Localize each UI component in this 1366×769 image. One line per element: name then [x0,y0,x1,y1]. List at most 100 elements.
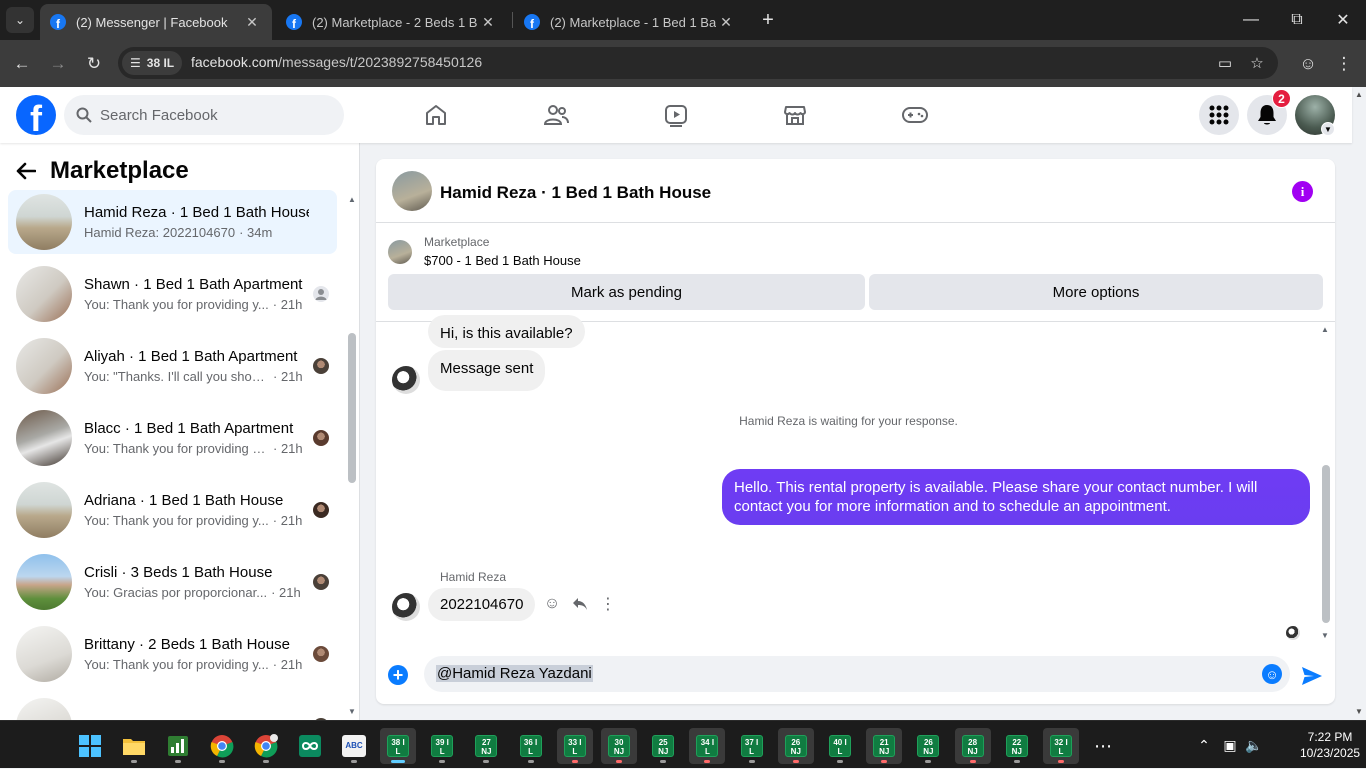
facebook-logo[interactable]: f [16,95,56,135]
menu-button[interactable] [1199,95,1239,135]
scroll-up-icon[interactable]: ▲ [348,195,356,204]
video-nav[interactable] [656,95,696,135]
minimize-button[interactable]: — [1228,0,1274,40]
gaming-nav[interactable] [895,95,935,135]
more-apps-button[interactable]: ⋯ [1085,728,1121,764]
excel-window-button[interactable]: 22 NJ [999,728,1035,764]
system-clock[interactable]: 7:22 PM 10/23/2025 [1300,729,1360,761]
marketplace-nav[interactable] [775,95,815,135]
excel-window-button[interactable]: 40 IL [822,728,858,764]
message-input[interactable]: @Hamid Reza Yazdani ☺ [424,656,1290,692]
sender-avatar[interactable] [392,366,420,394]
reply-icon[interactable] [568,592,592,616]
forward-button[interactable]: → [44,50,72,78]
info-icon[interactable]: i [1292,181,1313,202]
listing-summary[interactable]: Marketplace $700 - 1 Bed 1 Bath House [388,235,581,268]
chevron-down-icon[interactable]: ▼ [1321,122,1335,136]
conversation-item[interactable]: Shawn · 1 Bed 1 Bath Apartment You: Thank… [8,262,337,326]
arrow-left-icon[interactable] [16,162,36,180]
restore-button[interactable]: ⧉ [1274,0,1320,40]
chevron-up-icon[interactable]: ⌃ [1190,737,1218,754]
excel-window-button[interactable]: 36 IL [513,728,549,764]
excel-window-button[interactable]: 38 IL [380,728,416,764]
excel-window-button[interactable]: 39 IL [424,728,460,764]
tab-marketplace-2-beds[interactable]: f (2) Marketplace - 2 Beds 1 Bath ✕ [276,4,508,40]
chrome-profile-button[interactable] [248,728,284,764]
conversation-item[interactable]: Brittany · 2 Beds 1 Bath House You: Thank… [8,622,337,686]
excel-window-button[interactable]: 30 NJ [601,728,637,764]
search-bar[interactable] [64,95,344,135]
conversation-item[interactable]: Blacc · 1 Bed 1 Bath Apartment You: Thank… [8,406,337,470]
incoming-message[interactable]: Message sent [428,350,546,391]
react-emoji-icon[interactable]: ☺ [540,592,564,616]
conversation-item[interactable]: Crisli · 3 Beds 1 Bath House You: Gracias… [8,550,337,614]
excel-window-button[interactable]: 34 IL [689,728,726,764]
more-vertical-icon[interactable]: ⋮ [596,592,620,616]
url-text[interactable]: facebook.com/messages/t/2023892758450126 [191,54,482,70]
app-button[interactable]: ABC [336,728,372,764]
scroll-down-icon[interactable]: ▼ [1321,631,1329,640]
sender-avatar[interactable] [392,593,420,621]
close-icon[interactable]: ✕ [478,14,498,31]
excel-window-button[interactable]: 21 NJ [866,728,903,764]
app-button[interactable] [160,728,196,764]
excel-window-button[interactable]: 33 IL [556,728,593,764]
page-scrollbar[interactable]: ▲ ▼ [1352,87,1366,720]
mark-as-pending-button[interactable]: Mark as pending [388,274,865,310]
outgoing-message[interactable]: Hello. This rental property is available… [722,469,1310,525]
file-explorer-button[interactable] [116,728,152,764]
new-tab-button[interactable]: + [756,8,780,32]
conversation-item[interactable]: Cecelia · 2 Beds 1 Bath House [8,694,337,720]
composer-text[interactable]: @Hamid Reza Yazdani [436,665,593,682]
excel-window-button[interactable]: 28 NJ [954,728,991,764]
network-icon[interactable]: ▣ [1218,737,1242,754]
chat-scrollbar[interactable]: ▲ ▼ [1320,323,1332,643]
chat-title[interactable]: Hamid Reza · 1 Bed 1 Bath House [440,183,711,203]
excel-window-button[interactable]: 26 NJ [910,728,946,764]
scroll-down-icon[interactable]: ▼ [348,707,356,716]
close-icon[interactable]: ✕ [716,14,736,31]
bookmark-star-icon[interactable]: ☆ [1246,52,1268,74]
conversation-item[interactable]: Adriana · 1 Bed 1 Bath House You: Thank y… [8,478,337,542]
chrome-button[interactable] [204,728,240,764]
friends-nav[interactable] [536,95,576,135]
scroll-down-icon[interactable]: ▼ [1355,707,1363,716]
scroll-up-icon[interactable]: ▲ [1321,325,1329,334]
excel-window-button[interactable]: 32 IL [1043,728,1079,764]
conversation-item[interactable]: Hamid Reza · 1 Bed 1 Bath House Hamid Rez… [8,190,337,254]
home-nav[interactable] [416,95,456,135]
excel-window-button[interactable]: 26 NJ [777,728,814,764]
app-button[interactable] [292,728,328,764]
install-app-icon[interactable]: ▭ [1214,52,1236,74]
send-button[interactable] [1300,664,1324,688]
listing-avatar[interactable] [392,171,432,211]
emoji-icon[interactable]: ☺ [1262,664,1282,684]
scrollbar-thumb[interactable] [348,333,356,483]
incoming-message[interactable]: 2022104670 [428,588,536,621]
incoming-message[interactable]: Hi, is this available? [428,315,585,348]
start-button[interactable] [72,728,108,764]
close-icon[interactable]: ✕ [242,14,262,31]
scrollbar-thumb[interactable] [1322,465,1330,623]
conversation-item[interactable]: Aliyah · 1 Bed 1 Bath Apartment You: "Tha… [8,334,337,398]
reload-button[interactable]: ↻ [80,50,108,78]
close-window-button[interactable]: ✕ [1320,0,1366,40]
tab-search-button[interactable]: ⌄ [6,7,34,33]
tab-marketplace-1-bed[interactable]: f (2) Marketplace - 1 Bed 1 Bath ✕ [514,4,746,40]
address-bar[interactable]: ☰ 38 IL facebook.com/messages/t/20238927… [118,47,1278,79]
search-input[interactable] [100,106,320,124]
sidebar-scrollbar[interactable]: ▲ ▼ [347,193,357,720]
back-button[interactable]: ← [8,50,36,78]
tab-title: (2) Marketplace - 1 Bed 1 Bath [550,14,716,30]
plus-icon[interactable]: + [388,665,408,685]
more-vertical-icon[interactable]: ⋮ [1330,50,1358,78]
excel-window-button[interactable]: 37 IL [734,728,770,764]
excel-window-button[interactable]: 27 NJ [468,728,504,764]
tab-messenger[interactable]: f (2) Messenger | Facebook ✕ [40,4,272,40]
excel-window-button[interactable]: 25 NJ [645,728,681,764]
site-info-button[interactable]: ☰ 38 IL [122,51,183,75]
scroll-up-icon[interactable]: ▲ [1355,90,1363,99]
profile-icon[interactable]: ☺ [1294,50,1322,78]
volume-icon[interactable]: 🔈 [1242,737,1266,754]
more-options-button[interactable]: More options [869,274,1323,310]
